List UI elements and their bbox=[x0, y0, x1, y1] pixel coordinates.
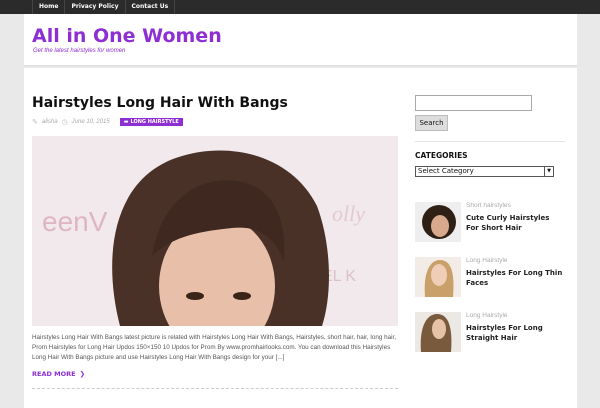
post-content: Hairstyles Long Hair With Bangs ✎ alisha… bbox=[32, 68, 398, 408]
search-input[interactable] bbox=[415, 95, 532, 111]
read-more-label: READ MORE bbox=[32, 370, 76, 378]
dropdown-arrow-icon: ▼ bbox=[544, 167, 553, 176]
post-meta: ✎ alisha ◷ June 10, 2015 ▬ LONG HAIRSTYL… bbox=[32, 118, 183, 126]
post-date: June 10, 2015 bbox=[71, 119, 110, 125]
post-thumbnail[interactable] bbox=[415, 202, 461, 242]
post-title[interactable]: Hairstyles Long Hair With Bangs bbox=[32, 95, 288, 111]
sidebar: Search CATEGORIES Select Category ▼ Shor… bbox=[415, 68, 565, 408]
post-thumbnail[interactable] bbox=[415, 312, 461, 352]
sidebar-post-category[interactable]: Short hairstyles bbox=[466, 202, 511, 209]
main-container: Hairstyles Long Hair With Bangs ✎ alisha… bbox=[24, 68, 577, 408]
sidebar-post-item[interactable]: Short hairstyles Cute Curly Hairstyles F… bbox=[415, 202, 565, 242]
sidebar-post-title[interactable]: Cute Curly Hairstyles For Short Hair bbox=[466, 213, 563, 233]
site-header: All in One Women Get the latest hairstyl… bbox=[24, 14, 577, 66]
post-author[interactable]: alisha bbox=[42, 119, 58, 125]
post-thumbnail[interactable] bbox=[415, 257, 461, 297]
search-button[interactable]: Search bbox=[415, 115, 448, 131]
curly-hair-image bbox=[415, 202, 461, 242]
svg-text:eenV: eenV bbox=[42, 206, 108, 237]
sidebar-post-title[interactable]: Hairstyles For Long Thin Faces bbox=[466, 268, 563, 288]
straight-hair-image bbox=[415, 312, 461, 352]
top-navigation: Home Privacy Policy Contact Us bbox=[0, 0, 600, 14]
svg-text:olly: olly bbox=[332, 201, 365, 226]
read-more-link[interactable]: READ MORE ❯ bbox=[32, 370, 85, 378]
category-select-value: Select Category bbox=[418, 167, 474, 175]
categories-heading: CATEGORIES bbox=[415, 151, 468, 160]
pencil-icon: ✎ bbox=[32, 119, 38, 126]
long-hair-image bbox=[415, 257, 461, 297]
post-featured-image[interactable]: eenV olly EL K bbox=[32, 136, 398, 326]
site-title[interactable]: All in One Women bbox=[32, 25, 222, 47]
post-excerpt: Hairstyles Long Hair With Bangs latest p… bbox=[32, 334, 396, 361]
post-divider bbox=[32, 388, 398, 389]
category-badge-label: LONG HAIRSTYLE bbox=[130, 119, 179, 125]
sidebar-post-title[interactable]: Hairstyles For Long Straight Hair bbox=[466, 323, 563, 343]
sidebar-post-item[interactable]: Long Hairstyle Hairstyles For Long Strai… bbox=[415, 312, 565, 352]
sidebar-post-item[interactable]: Long Hairstyle Hairstyles For Long Thin … bbox=[415, 257, 565, 297]
sidebar-post-category[interactable]: Long Hairstyle bbox=[466, 312, 508, 319]
nav-privacy-policy-link[interactable]: Privacy Policy bbox=[65, 0, 126, 14]
folder-icon: ▬ bbox=[123, 119, 129, 125]
nav-contact-us-link[interactable]: Contact Us bbox=[126, 0, 176, 14]
chevron-right-icon: ❯ bbox=[79, 370, 86, 378]
sidebar-divider bbox=[415, 141, 565, 142]
nav-home-link[interactable]: Home bbox=[32, 0, 66, 14]
clock-icon: ◷ bbox=[61, 119, 68, 126]
sidebar-post-category[interactable]: Long Hairstyle bbox=[466, 257, 508, 264]
site-tagline: Get the latest hairstyles for women bbox=[33, 48, 126, 54]
portrait-image: eenV olly EL K bbox=[32, 136, 398, 326]
category-select[interactable]: Select Category ▼ bbox=[415, 166, 554, 177]
category-badge[interactable]: ▬ LONG HAIRSTYLE bbox=[119, 118, 183, 126]
